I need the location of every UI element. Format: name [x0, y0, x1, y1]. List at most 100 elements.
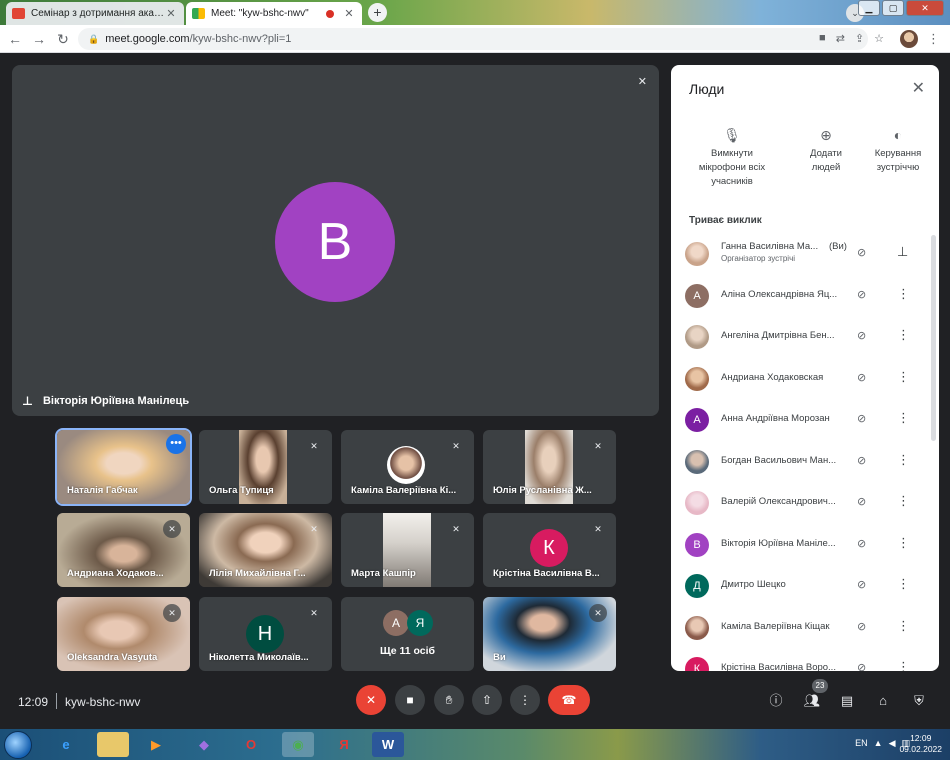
- share-icon[interactable]: ⇪: [855, 32, 864, 45]
- host-controls-icon[interactable]: ⛨: [909, 691, 929, 711]
- participant-tile[interactable]: К ✕ Крістіна Василівна В...: [483, 513, 616, 587]
- toggle-icon: ◐: [893, 127, 903, 143]
- minimize-button[interactable]: ▁: [858, 0, 880, 16]
- profile-avatar[interactable]: [900, 30, 918, 48]
- translate-icon[interactable]: ⇄: [836, 32, 845, 45]
- avatar: А: [685, 283, 709, 308]
- system-clock[interactable]: 12:09 09.02.2022: [899, 733, 942, 755]
- reload-icon[interactable]: ↻: [54, 30, 72, 48]
- more-vert-icon[interactable]: ⋮: [897, 369, 910, 385]
- more-vert-icon[interactable]: ⋮: [897, 659, 910, 671]
- list-item[interactable]: К Крістіна Василівна Воро... ⊘ ⋮: [671, 648, 931, 671]
- chrome-icon[interactable]: ◉: [282, 732, 314, 757]
- back-icon[interactable]: ←: [6, 30, 24, 48]
- close-icon[interactable]: ✕: [164, 7, 178, 20]
- more-vert-icon[interactable]: ⋮: [897, 286, 910, 302]
- more-options-button[interactable]: ⋮: [510, 685, 540, 715]
- self-tile[interactable]: ✕ Ви: [483, 597, 616, 671]
- raise-hand-button[interactable]: ✋︎: [434, 685, 464, 715]
- browser-menu-icon[interactable]: ⋮: [927, 31, 940, 47]
- main-speaker-tile[interactable]: В ✕ ⊥ Вікторія Юріївна Манілець: [12, 65, 659, 416]
- host-controls-button[interactable]: ◐ Керування зустріччю: [867, 123, 929, 175]
- list-item[interactable]: Андриана Ходаковская ⊘ ⋮: [671, 358, 931, 400]
- more-vert-icon[interactable]: ⋮: [897, 410, 910, 426]
- hand-icon: ✋︎: [445, 693, 453, 707]
- bookmark-star-icon[interactable]: ☆: [874, 32, 884, 45]
- present-icon: ⇧: [481, 693, 493, 707]
- new-tab-button[interactable]: +: [368, 3, 387, 22]
- leave-call-button[interactable]: ☎︎: [548, 685, 590, 715]
- scrollbar[interactable]: [931, 235, 936, 441]
- more-vert-icon[interactable]: ⋮: [897, 576, 910, 592]
- speaker-name: Вікторія Юріївна Манілець: [42, 395, 190, 407]
- list-item[interactable]: А Анна Андріївна Морозан ⊘ ⋮: [671, 399, 931, 441]
- visual-studio-icon[interactable]: ◆: [188, 732, 220, 757]
- list-item[interactable]: Валерій Олександрович... ⊘ ⋮: [671, 482, 931, 524]
- language-indicator[interactable]: EN: [855, 738, 868, 749]
- mic-toggle-button[interactable]: ✕: [356, 685, 386, 715]
- word-icon[interactable]: W: [372, 732, 404, 757]
- list-item[interactable]: Богдан Васильович Ман... ⊘ ⋮: [671, 441, 931, 483]
- add-people-button[interactable]: ⊕ Додати людей: [795, 123, 857, 175]
- people-icon[interactable]: 👥︎: [802, 691, 822, 711]
- window-close-button[interactable]: ✕: [906, 0, 944, 16]
- camera-icon[interactable]: ■: [819, 32, 826, 45]
- activities-icon[interactable]: ⌂: [873, 691, 893, 711]
- more-vert-icon[interactable]: ⋮: [897, 493, 910, 509]
- close-icon[interactable]: ✕: [342, 7, 356, 20]
- participant-tile[interactable]: ✕ Oleksandra Vasyuta: [57, 597, 190, 671]
- internet-explorer-icon[interactable]: e: [50, 732, 82, 757]
- chat-icon[interactable]: ▤: [837, 691, 857, 711]
- more-vert-icon[interactable]: ⋮: [897, 535, 910, 551]
- pin-icon[interactable]: ⊥: [897, 244, 908, 260]
- avatar: А: [685, 408, 709, 432]
- present-screen-button[interactable]: ⇧: [472, 685, 502, 715]
- volume-icon[interactable]: ◀: [889, 738, 896, 749]
- mic-off-icon: ✕: [163, 520, 181, 538]
- opera-icon[interactable]: O: [235, 732, 267, 757]
- yandex-icon[interactable]: Я: [328, 732, 360, 757]
- url-field[interactable]: 🔒 meet.google.com /kyw-bshc-nwv?pli=1: [78, 28, 868, 50]
- list-item[interactable]: А Аліна Олександрівна Яц... ⊘ ⋮: [671, 275, 931, 317]
- list-item[interactable]: В Вікторія Юріївна Маніле... ⊘ ⋮: [671, 524, 931, 566]
- forward-icon[interactable]: →: [30, 30, 48, 48]
- more-vert-icon[interactable]: ⋮: [897, 618, 910, 634]
- tab-meet[interactable]: Meet: "kyw-bshc-nwv" ✕: [186, 2, 362, 25]
- participant-tile[interactable]: ✕ Лілія Михайлівна Г...: [199, 513, 332, 587]
- tray-arrow-icon[interactable]: ▲: [874, 738, 883, 749]
- more-vert-icon[interactable]: ⋮: [897, 452, 910, 468]
- avatar: [685, 615, 709, 640]
- pin-icon: ⊥: [22, 394, 33, 408]
- list-item[interactable]: Каміла Валеріївна Кіщак ⊘ ⋮: [671, 607, 931, 649]
- maximize-button[interactable]: ▢: [882, 0, 904, 16]
- folder-icon[interactable]: [97, 732, 129, 757]
- mic-off-icon: ⊘: [857, 371, 867, 384]
- mute-all-button[interactable]: 🎙︎ Вимкнути мікрофони всіх учасників: [689, 123, 775, 189]
- clock-time: 12:09: [910, 733, 932, 743]
- participant-tile[interactable]: ✕ Ольга Тупиця: [199, 430, 332, 504]
- participant-tile[interactable]: ✕ Каміла Валеріївна Кі...: [341, 430, 474, 504]
- avatar: [685, 325, 709, 349]
- participant-tile[interactable]: ✕ Андриана Ходаков...: [57, 513, 190, 587]
- start-button[interactable]: [4, 731, 32, 759]
- info-icon[interactable]: ⓘ: [766, 691, 786, 711]
- clock-date: 09.02.2022: [899, 744, 942, 754]
- list-item[interactable]: Ангеліна Дмитрівна Бен... ⊘ ⋮: [671, 316, 931, 358]
- more-vert-icon[interactable]: ⋮: [897, 327, 910, 343]
- camera-toggle-button[interactable]: ■: [395, 685, 425, 715]
- close-icon[interactable]: ✕: [912, 78, 925, 98]
- participant-name: Лілія Михайлівна Г...: [209, 568, 306, 579]
- participant-avatar: А: [383, 610, 409, 636]
- list-item[interactable]: Ганна Василівна Ма... (Ви) Організатор з…: [671, 233, 931, 275]
- media-player-icon[interactable]: ▶: [140, 732, 172, 757]
- participant-tile[interactable]: ••• Наталія Габчак: [55, 428, 192, 506]
- mic-off-icon: 🎙︎: [723, 127, 741, 143]
- participant-tile[interactable]: Н ✕ Ніколетта Миколаїв...: [199, 597, 332, 671]
- tab-seminar[interactable]: Семінар з дотримання академічн ✕: [6, 2, 184, 25]
- participant-tile[interactable]: ✕ Марта Кашпір: [341, 513, 474, 587]
- participant-tile[interactable]: ✕ Юлія Русланівна Ж...: [483, 430, 616, 504]
- more-options-button[interactable]: •••: [166, 434, 186, 454]
- you-label: (Ви): [829, 241, 847, 252]
- list-item[interactable]: Д Дмитро Шецко ⊘ ⋮: [671, 565, 931, 607]
- more-participants-tile[interactable]: А Я Ще 11 осіб: [341, 597, 474, 671]
